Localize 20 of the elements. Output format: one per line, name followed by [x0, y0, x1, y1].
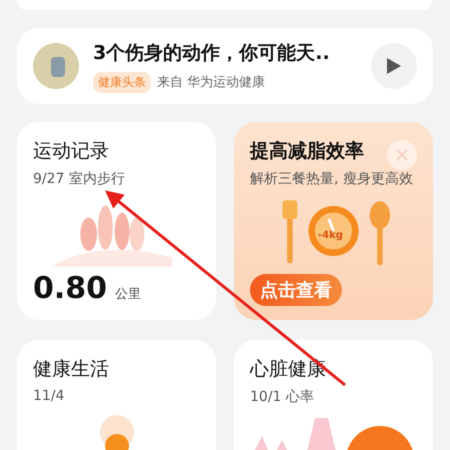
distance-value: 0.80 [33, 271, 108, 306]
card-subtitle: 9/27 室内步行 [33, 170, 126, 188]
sun-drawing [100, 412, 134, 450]
article-title: 3个伤身的动作，你可能天.. [93, 40, 331, 66]
summary-card[interactable]: 健康生活 11/4 [17, 340, 216, 450]
card-title: 健康生活 [33, 357, 109, 382]
card-subtitle: 解析三餐热量, 瘦身更高效 [250, 170, 414, 188]
card-title: 提高减脂效率 [250, 139, 364, 164]
article-tag: 健康头条 [93, 72, 151, 92]
weight-label: -4kg [318, 230, 343, 241]
card-subtitle: 10/1 心率 [250, 388, 315, 406]
play-icon [386, 57, 402, 75]
play-button[interactable] [371, 43, 417, 89]
article-card[interactable]: 3个伤身的动作，你可能天.. 健康头条 来自 华为运动健康 [17, 28, 433, 104]
article-thumbnail [33, 43, 79, 89]
card-subtitle: 11/4 [33, 388, 66, 404]
distance-unit: 公里 [115, 286, 142, 303]
article-source: 来自 华为运动健康 [157, 74, 266, 91]
card-title: 运动记录 [33, 139, 109, 164]
summary-card[interactable]: 运动记录 9/27 室内步行 0.80 公里 [17, 122, 216, 320]
